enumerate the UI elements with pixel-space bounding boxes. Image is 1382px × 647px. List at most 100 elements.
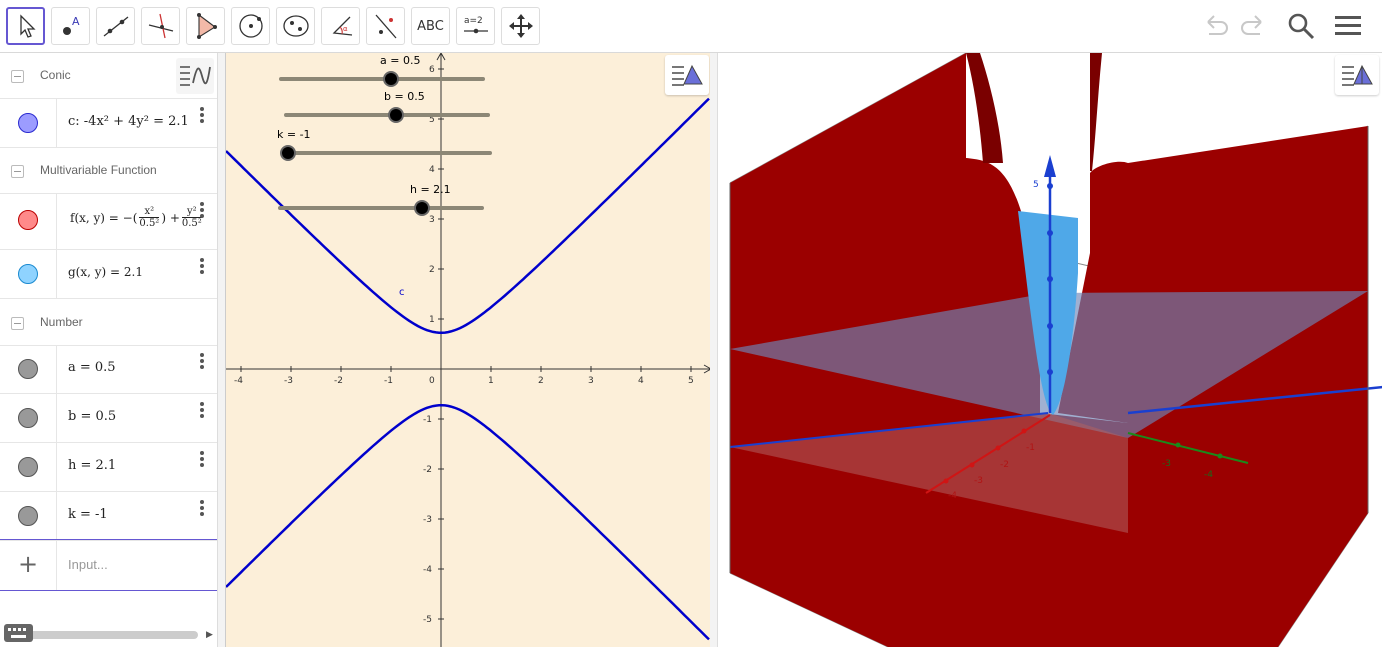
group-label: Conic bbox=[40, 68, 71, 82]
algebra-expression[interactable]: h = 2.1 bbox=[68, 458, 116, 473]
row-separator bbox=[56, 443, 57, 491]
visibility-marble[interactable] bbox=[18, 264, 38, 284]
algebra-row-k[interactable]: k = -1 bbox=[0, 492, 217, 541]
move-graphics-tool-button[interactable] bbox=[501, 7, 540, 45]
collapse-icon[interactable] bbox=[11, 165, 24, 178]
visibility-marble[interactable] bbox=[18, 408, 38, 428]
undo-button[interactable] bbox=[1199, 10, 1233, 42]
line-tool-button[interactable] bbox=[96, 7, 135, 45]
menu-button[interactable] bbox=[1331, 10, 1365, 42]
y-tick-label: -3 bbox=[423, 515, 432, 525]
algebra-expression[interactable]: a = 0.5 bbox=[68, 360, 116, 375]
collapse-icon[interactable] bbox=[11, 70, 24, 83]
y-tick-label: 6 bbox=[429, 65, 435, 75]
row-separator bbox=[56, 250, 57, 298]
graphics-style-toggle[interactable] bbox=[665, 55, 709, 95]
scroll-right-icon[interactable]: ▶ bbox=[206, 630, 213, 640]
more-options-icon[interactable] bbox=[200, 257, 206, 275]
algebra-expression[interactable]: c: -4x² + 4y² = 2.1 bbox=[68, 114, 189, 129]
search-button[interactable] bbox=[1284, 10, 1318, 42]
line-icon bbox=[103, 16, 128, 37]
more-options-icon[interactable] bbox=[200, 201, 206, 219]
slider-a[interactable]: a = 0.5 bbox=[279, 54, 485, 87]
circle-icon bbox=[238, 14, 263, 38]
input-bar[interactable]: + Input... bbox=[0, 539, 217, 591]
algebra-expression[interactable]: g(x, y) = 2.1 bbox=[68, 265, 143, 279]
horizontal-scrollbar[interactable] bbox=[4, 631, 198, 639]
y-tick-label: 1 bbox=[429, 315, 435, 325]
collapse-icon[interactable] bbox=[11, 317, 24, 330]
visibility-marble[interactable] bbox=[18, 506, 38, 526]
plus-icon[interactable]: + bbox=[18, 550, 38, 578]
algebra-row-h[interactable]: h = 2.1 bbox=[0, 443, 217, 492]
slider-icon: a=2 bbox=[463, 16, 488, 34]
panel-divider[interactable] bbox=[710, 53, 717, 647]
slider-handle[interactable] bbox=[414, 200, 430, 216]
toolbar: A α ABC a=2 bbox=[0, 0, 1382, 53]
x-tick-label: -3 bbox=[974, 476, 983, 486]
more-options-icon[interactable] bbox=[200, 499, 206, 517]
more-options-icon[interactable] bbox=[200, 352, 206, 370]
algebra-row-c[interactable]: c: -4x² + 4y² = 2.1 bbox=[0, 99, 217, 148]
algebra-expression[interactable]: f(x, y) = −( x² 0.5² ) + y² 0.5² bbox=[70, 206, 204, 229]
reflect-tool-button[interactable] bbox=[366, 7, 405, 45]
slider-label: h = 2.1 bbox=[410, 183, 451, 196]
fraction: y² 0.5² bbox=[181, 206, 202, 229]
input-placeholder[interactable]: Input... bbox=[68, 557, 108, 572]
slider-h[interactable]: h = 2.1 bbox=[278, 183, 484, 216]
slider-b[interactable]: b = 0.5 bbox=[284, 90, 490, 123]
fraction-num: x² bbox=[144, 206, 155, 217]
slider-k[interactable]: k = -1 bbox=[277, 128, 492, 161]
slider-handle[interactable] bbox=[383, 71, 399, 87]
algebra-expression[interactable]: k = -1 bbox=[68, 507, 108, 522]
graphics-view-2d[interactable]: -4 -3 -2 -1 0 1 2 3 4 5 6 5 4 3 2 1 -1 -2 -3 -4 -5 c a = 0.… bbox=[225, 53, 710, 647]
algebra-row-f[interactable]: f(x, y) = −( x² 0.5² ) + y² 0.5² bbox=[0, 194, 217, 250]
y-tick-label: -2 bbox=[423, 465, 432, 475]
fraction-den: 0.5² bbox=[139, 217, 160, 229]
algebra-row-b[interactable]: b = 0.5 bbox=[0, 394, 217, 443]
hamburger-menu-icon bbox=[1335, 16, 1361, 35]
slider-handle[interactable] bbox=[388, 107, 404, 123]
y-tick-label: 4 bbox=[429, 165, 435, 175]
perpendicular-line-tool-button[interactable] bbox=[141, 7, 180, 45]
more-options-icon[interactable] bbox=[200, 450, 206, 468]
keyboard-button[interactable] bbox=[4, 624, 33, 642]
angle-tool-button[interactable]: α bbox=[321, 7, 360, 45]
graphics-2d-canvas[interactable]: -4 -3 -2 -1 0 1 2 3 4 5 654321-1-2-3-4-5 c a = 0.… bbox=[226, 53, 710, 647]
group-header-number[interactable]: Number bbox=[0, 300, 217, 346]
visibility-marble[interactable] bbox=[18, 210, 38, 230]
x-tick-label: 5 bbox=[688, 376, 694, 386]
graphics-view-3d[interactable]: 5 -1 -2 -3 -4 -3 -4 bbox=[717, 53, 1382, 647]
ellipse-tool-button[interactable] bbox=[276, 7, 315, 45]
x-tick-label: 2 bbox=[538, 376, 544, 386]
redo-button[interactable] bbox=[1236, 10, 1270, 42]
slider-tool-button[interactable]: a=2 bbox=[456, 7, 495, 45]
panel-divider[interactable] bbox=[218, 53, 225, 647]
point-tool-button[interactable]: A bbox=[51, 7, 90, 45]
visibility-marble[interactable] bbox=[18, 359, 38, 379]
y-tick-label: -3 bbox=[1162, 459, 1171, 469]
z-tick-label: 5 bbox=[1033, 180, 1039, 190]
group-header-multivariable-function[interactable]: Multivariable Function bbox=[0, 148, 217, 194]
expr-mid: ) + bbox=[161, 210, 180, 225]
more-options-icon[interactable] bbox=[200, 106, 206, 124]
move-tool-button[interactable] bbox=[6, 7, 45, 45]
graphics3d-style-toggle[interactable] bbox=[1335, 55, 1379, 95]
algebra-row-a[interactable]: a = 0.5 bbox=[0, 345, 217, 394]
slider-handle[interactable] bbox=[280, 145, 296, 161]
ellipse-icon bbox=[282, 15, 309, 37]
circle-tool-button[interactable] bbox=[231, 7, 270, 45]
geogebra-app: A α ABC a=2 Conic c: -4x² + 4y² = 2.1 Mu… bbox=[0, 0, 1382, 647]
y-tick-label: -4 bbox=[1204, 470, 1213, 480]
more-options-icon[interactable] bbox=[200, 401, 206, 419]
graphics-3d-canvas[interactable]: 5 -1 -2 -3 -4 -3 -4 bbox=[718, 53, 1382, 647]
slider-label: b = 0.5 bbox=[384, 90, 425, 103]
visibility-marble[interactable] bbox=[18, 457, 38, 477]
text-tool-button[interactable]: ABC bbox=[411, 7, 450, 45]
algebra-expression[interactable]: b = 0.5 bbox=[68, 409, 116, 424]
polygon-tool-button[interactable] bbox=[186, 7, 225, 45]
visibility-marble[interactable] bbox=[18, 113, 38, 133]
group-header-conic[interactable]: Conic bbox=[0, 53, 217, 99]
algebra-row-g[interactable]: g(x, y) = 2.1 bbox=[0, 250, 217, 299]
hyperbola-lower-branch[interactable] bbox=[226, 403, 710, 641]
